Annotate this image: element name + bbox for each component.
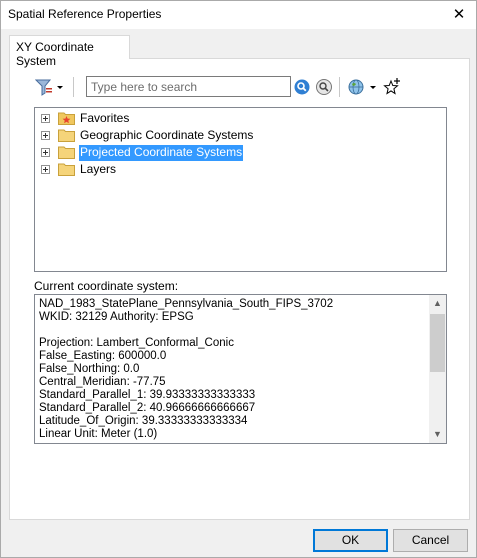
details-text: NAD_1983_StatePlane_Pennsylvania_South_F… [39, 298, 424, 441]
details-line: False_Northing: 0.0 [39, 363, 140, 375]
tree-item-geographic[interactable]: Geographic Coordinate Systems [35, 127, 335, 144]
tree-item-layers[interactable]: Layers [35, 161, 335, 178]
dialog-window: Spatial Reference Properties ✕ XY Coordi… [0, 0, 477, 558]
tab-label: XY Coordinate System [16, 40, 94, 68]
current-coordinate-system-label: Current coordinate system: [34, 279, 179, 293]
search-input[interactable] [86, 76, 291, 97]
tree-item-favorites[interactable]: Favorites [35, 110, 335, 127]
folder-icon [58, 145, 75, 159]
tab-xy-coordinate-system[interactable]: XY Coordinate System [9, 35, 130, 68]
cancel-button[interactable]: Cancel [393, 529, 468, 552]
details-line: Linear Unit: Meter (1.0) [39, 428, 158, 440]
folder-icon [58, 162, 75, 176]
details-line [39, 324, 424, 337]
expand-icon[interactable] [41, 131, 50, 140]
scrollbar-thumb[interactable] [430, 314, 445, 372]
favorites-folder-icon [58, 111, 75, 125]
tree-item-label: Layers [80, 162, 117, 176]
coordinate-system-details[interactable]: NAD_1983_StatePlane_Pennsylvania_South_F… [34, 294, 447, 444]
filter-icon[interactable] [34, 75, 53, 99]
chevron-down-icon[interactable] [368, 75, 378, 99]
tree-item-label: Favorites [80, 111, 130, 125]
title-bar: Spatial Reference Properties ✕ [1, 1, 476, 29]
details-line: Standard_Parallel_1: 39.93333333333333 [39, 389, 256, 401]
close-button[interactable]: ✕ [442, 1, 476, 29]
search-icon[interactable] [293, 75, 311, 99]
details-line: Latitude_Of_Origin: 39.33333333333334 [39, 415, 248, 427]
scroll-up-arrow-icon[interactable]: ▲ [429, 295, 446, 312]
coordinate-system-tree: Favorites Geographic Coordinate Systems … [34, 107, 447, 272]
ok-button[interactable]: OK [313, 529, 388, 552]
expand-icon[interactable] [41, 148, 50, 157]
add-favorite-star-icon[interactable] [383, 75, 401, 99]
details-line: WKID: 32129 Authority: EPSG [39, 311, 194, 323]
expand-icon[interactable] [41, 114, 50, 123]
details-line: False_Easting: 600000.0 [39, 350, 167, 362]
toolbar-separator [339, 77, 340, 97]
window-title: Spatial Reference Properties [8, 7, 162, 21]
details-line: Standard_Parallel_2: 40.96666666666667 [39, 402, 256, 414]
toolbar-separator [73, 77, 74, 97]
tree-item-label-selected: Projected Coordinate Systems [79, 145, 244, 161]
details-line: Central_Meridian: -77.75 [39, 376, 166, 388]
clear-search-icon[interactable] [315, 75, 333, 99]
folder-icon [58, 128, 75, 142]
chevron-down-icon[interactable] [55, 75, 65, 99]
details-line: NAD_1983_StatePlane_Pennsylvania_South_F… [39, 298, 334, 310]
details-line: Projection: Lambert_Conformal_Conic [39, 337, 234, 349]
scroll-down-arrow-icon[interactable]: ▼ [429, 426, 446, 443]
expand-icon[interactable] [41, 165, 50, 174]
globe-icon[interactable] [347, 75, 365, 99]
tree-item-projected[interactable]: Projected Coordinate Systems [35, 144, 335, 161]
tree-item-label: Geographic Coordinate Systems [80, 128, 254, 142]
vertical-scrollbar[interactable]: ▲ ▼ [429, 295, 446, 443]
toolbar [34, 75, 415, 99]
